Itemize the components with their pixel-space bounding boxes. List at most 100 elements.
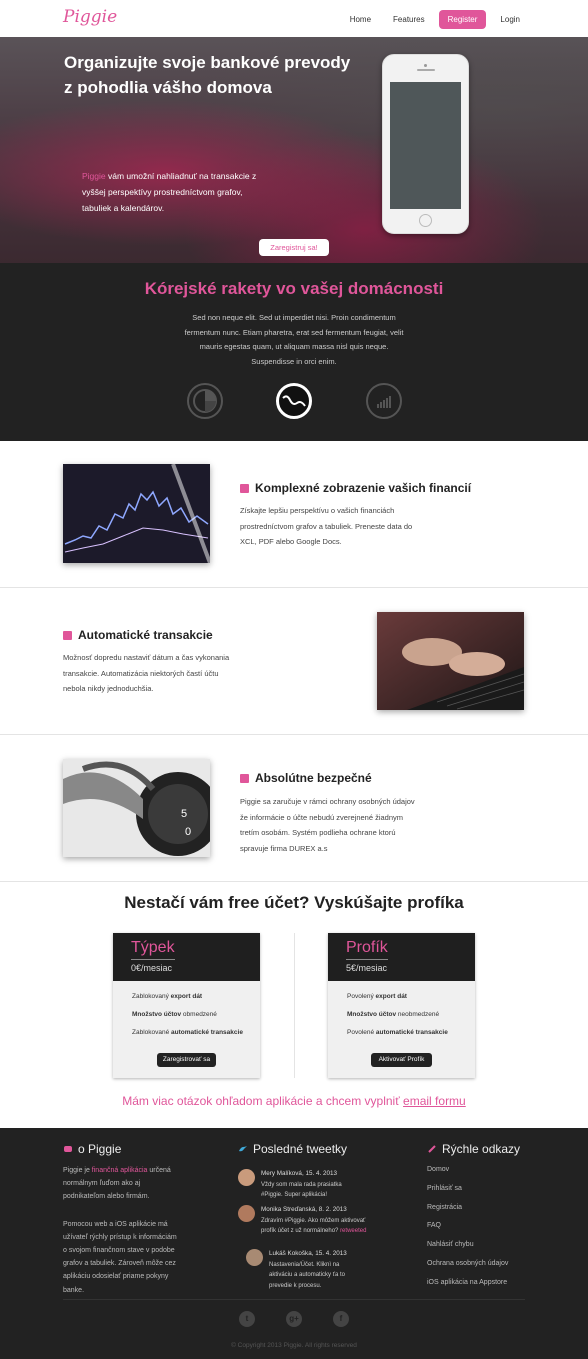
tweet-item: Mery Malíková, 15. 4. 2013 Vždy som mala …: [238, 1169, 353, 1201]
hero-title-line2: z pohodlia vášho domova: [64, 78, 272, 97]
line-chart-icon[interactable]: [276, 383, 312, 419]
tweet-body: Monika Streďanská, 8. 2. 2013 Zdravím #Pi…: [261, 1205, 371, 1237]
iphone-mockup: [382, 54, 469, 234]
tweet-body: Lukáš Kokoška, 15. 4. 2013 Nastavenia/Úče…: [269, 1249, 355, 1291]
finance-app-link[interactable]: finančná aplikácia: [92, 1167, 148, 1174]
phone-home-button: [419, 214, 432, 227]
about-p1-prefix: Piggie je: [63, 1167, 92, 1174]
quick-link-login[interactable]: Prihlásiť sa: [427, 1185, 508, 1192]
feature-title-transactions: Automatické transakcie: [63, 628, 213, 642]
plan-feature-prefix: Povolený: [347, 993, 376, 1000]
feature-text-security: Piggie sa zaručuje v rámci ochrany osobn…: [240, 797, 415, 853]
hero-title: Organizujte svoje bankové prevody z poho…: [64, 50, 364, 100]
footer-about-text: Piggie je finančná aplikácia určená norm…: [63, 1164, 178, 1297]
hero-description-text: vám umožní nahliadnuť na transakcie z vy…: [82, 171, 257, 213]
tweet-author: Lukáš Kokoška, 15. 4. 2013: [269, 1250, 347, 1257]
plan-feature-strong: Množstvo účtov: [347, 1011, 397, 1018]
promo-title: Kórejské rakety vo vašej domácnosti: [144, 279, 444, 298]
plan-name: Profík: [346, 939, 388, 960]
top-navbar: Piggie Home Features Register Login: [0, 0, 588, 37]
nav-register-button[interactable]: Register: [438, 10, 487, 29]
plan-feature-prefix: Zablokované: [132, 1029, 172, 1036]
feature-security: 5 0 Absolútne bezpečné Piggie sa zaručuj…: [0, 735, 588, 882]
footer-about-title: o Piggie: [78, 1142, 122, 1156]
nav-login-link[interactable]: Login: [492, 11, 528, 28]
plan-feature-list: Povolený export dát Množstvo účtov neobm…: [328, 981, 475, 1036]
footer-about-heading: o Piggie: [63, 1142, 121, 1156]
footer-about-p1: Piggie je finančná aplikácia určená norm…: [63, 1164, 178, 1204]
pricing-divider: [294, 933, 295, 1078]
tweet-text: Vždy som mala rada prasiatka #Piggie. Su…: [261, 1181, 342, 1199]
plan-feature: Množstvo účtov neobmedzené: [347, 1011, 475, 1018]
plan-feature-strong: export dát: [170, 993, 203, 1000]
plan-header: Profík 5€/mesiac: [328, 933, 475, 981]
plan-feature-suffix: obmedzené: [181, 1011, 217, 1018]
nav-home-link[interactable]: Home: [342, 11, 379, 28]
facebook-social-icon[interactable]: f: [333, 1311, 349, 1327]
footer-links-title: Rýchle odkazy: [442, 1142, 521, 1156]
plan-price: 5€/mesiac: [346, 963, 388, 973]
lock-icon: [240, 773, 249, 783]
logo[interactable]: Piggie: [63, 7, 117, 27]
email-icon: [240, 483, 249, 493]
footer-divider: [63, 1299, 525, 1300]
google-plus-social-icon[interactable]: g+: [286, 1311, 302, 1327]
register-plan-button[interactable]: Zaregistrovať sa: [157, 1053, 216, 1067]
tweet-text: Zdravím #Piggie. Ako môžem aktivovať pro…: [261, 1216, 371, 1237]
plan-price: 0€/mesiac: [131, 963, 173, 973]
phone-screen: [390, 82, 461, 209]
feature-title-security: Absolútne bezpečné: [240, 771, 372, 785]
hero-register-button[interactable]: Zaregistruj sa!: [259, 239, 329, 256]
footer-links-heading: Rýchle odkazy: [427, 1142, 520, 1156]
feature-finances: Komplexné zobrazenie vašich financií Zís…: [0, 441, 588, 588]
laptop-typing-image: [377, 612, 524, 710]
quick-link-privacy[interactable]: Ochrana osobných údajov: [427, 1260, 508, 1267]
promo-section: Kórejské rakety vo vašej domácnosti Sed …: [0, 263, 588, 441]
combination-lock-image: 5 0: [63, 759, 210, 857]
hero-section: Organizujte svoje bankové prevody z poho…: [0, 37, 588, 263]
email-form-link[interactable]: email formu: [403, 1094, 466, 1108]
tweet-item: Lukáš Kokoška, 15. 4. 2013 Nastavenia/Úče…: [246, 1249, 355, 1291]
copyright-text: © Copyright 2013 Piggie. All rights rese…: [231, 1342, 357, 1349]
pricing-title: Nestačí vám free účet? Vyskúšajte profík…: [124, 893, 464, 912]
footer-tweets-heading: Posledné tweetky: [238, 1142, 347, 1156]
piggy-icon: [64, 1146, 72, 1152]
stock-chart-image: [63, 464, 210, 563]
retweeted-label[interactable]: retweeted: [340, 1228, 366, 1234]
plan-feature: Zablokované automatické transakcie: [132, 1029, 260, 1036]
feature-transactions: Automatické transakcie Možnosť dopredu n…: [0, 588, 588, 735]
plan-feature-prefix: Zablokovaný: [132, 993, 171, 1000]
avatar: [238, 1205, 255, 1222]
link-icon: [428, 1145, 436, 1153]
plan-feature: Množstvo účtov obmedzené: [132, 1011, 260, 1018]
plan-name: Týpek: [131, 939, 175, 960]
feature-title-security-text: Absolútne bezpečné: [255, 771, 372, 785]
plan-feature-strong: Množstvo účtov: [132, 1011, 182, 1018]
contact-prompt-text: Mám viac otázok ohľadom aplikácie a chce…: [122, 1094, 404, 1108]
tweet-body: Mery Malíková, 15. 4. 2013 Vždy som mala …: [261, 1169, 353, 1201]
bar-chart-icon[interactable]: [366, 383, 402, 419]
plan-feature: Povolené automatické transakcie: [347, 1029, 475, 1036]
quick-link-report-bug[interactable]: Nahlásiť chybu: [427, 1241, 508, 1248]
phone-speaker: [417, 69, 435, 71]
phone-camera: [424, 64, 427, 67]
tweet-item: Monika Streďanská, 8. 2. 2013 Zdravím #Pi…: [238, 1205, 371, 1237]
activate-profik-button[interactable]: Aktivovať Profík: [371, 1053, 432, 1067]
tweet-author: Monika Streďanská, 8. 2. 2013: [261, 1206, 347, 1213]
quick-links-list: Domov Prihlásiť sa Registrácia FAQ Nahlá…: [427, 1166, 508, 1298]
svg-text:0: 0: [185, 826, 191, 838]
quick-link-faq[interactable]: FAQ: [427, 1222, 508, 1229]
pie-chart-icon[interactable]: [187, 383, 223, 419]
feature-text-transactions: Možnosť dopredu nastaviť dátum a čas vyk…: [63, 653, 230, 693]
tweet-text: Nastavenia/Účet. Kliknì na aktiváciu a a…: [269, 1261, 345, 1289]
footer: o Piggie Piggie je finančná aplikácia ur…: [0, 1128, 588, 1359]
tweet-author: Mery Malíková, 15. 4. 2013: [261, 1170, 337, 1177]
promo-text: Sed non neque elit. Sed ut imperdiet nis…: [184, 313, 404, 366]
nav-features-link[interactable]: Features: [385, 11, 433, 28]
plan-header: Týpek 0€/mesiac: [113, 933, 260, 981]
contact-prompt: Mám viac otázok ohľadom aplikácie a chce…: [0, 1094, 588, 1108]
twitter-social-icon[interactable]: t: [239, 1311, 255, 1327]
quick-link-home[interactable]: Domov: [427, 1166, 508, 1173]
quick-link-appstore[interactable]: iOS aplikácia na Appstore: [427, 1279, 508, 1286]
quick-link-register[interactable]: Registrácia: [427, 1204, 508, 1211]
